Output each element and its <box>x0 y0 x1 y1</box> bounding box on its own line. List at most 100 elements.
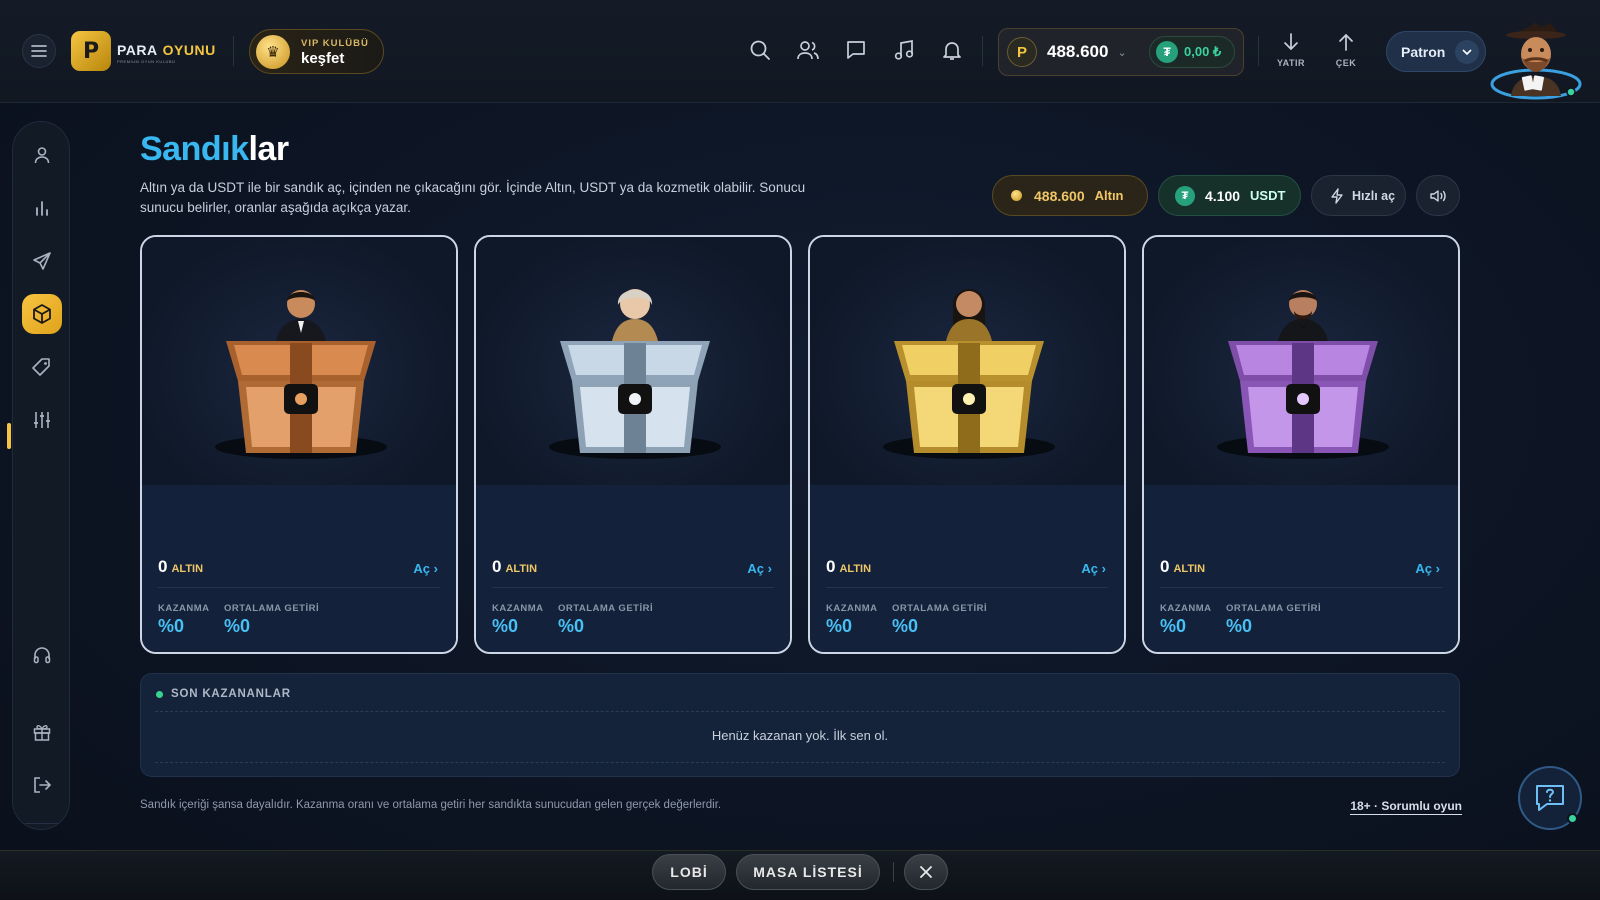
page-title: Sandıklar <box>140 130 289 168</box>
chest-price: 0 ALTIN <box>492 557 538 576</box>
brand-tagline: PREMIUM OYUN KULÜBÜ <box>117 59 176 64</box>
user-menu-button[interactable]: Patron <box>1386 31 1486 72</box>
responsible-gaming-link[interactable]: 18+ · Sorumlu oyun <box>1350 799 1462 815</box>
fast-open-button[interactable]: Hızlı aç <box>1311 175 1406 216</box>
gold-coin-icon <box>1011 190 1022 201</box>
divider <box>492 587 774 588</box>
menu-button[interactable] <box>22 34 56 68</box>
gold-balance: 488.600 <box>1047 42 1109 61</box>
friends-button[interactable] <box>795 37 821 63</box>
chest-card-silver[interactable]: 0 ALTIN Aç › KAZANMA ORTALAMA GETİRİ %0 %… <box>474 235 792 654</box>
open-chest-link[interactable]: Aç › <box>413 561 438 576</box>
open-chest-link[interactable]: Aç › <box>747 561 772 576</box>
sidebar-item-settings[interactable] <box>22 400 62 440</box>
open-chest-link[interactable]: Aç › <box>1415 561 1440 576</box>
avg-return-value: %0 <box>892 616 919 636</box>
headphones-icon <box>33 647 51 664</box>
purple-chest-image <box>1217 290 1389 459</box>
tether-icon: ₮ <box>1156 41 1178 63</box>
silver-chest-image <box>549 289 721 459</box>
chest-card-gold[interactable]: 0 ALTIN Aç › KAZANMA ORTALAMA GETİRİ %0 %… <box>808 235 1126 654</box>
sidebar-item-promotions[interactable] <box>22 347 62 387</box>
sidebar-item-stats[interactable] <box>22 188 62 228</box>
brand-logo[interactable]: P <box>71 31 111 71</box>
music-button[interactable] <box>891 37 917 63</box>
withdraw-button[interactable]: ÇEK <box>1323 32 1369 68</box>
divider <box>826 587 1108 588</box>
win-rate-value: %0 <box>158 616 185 636</box>
search-button[interactable] <box>747 37 773 63</box>
empty-state-text: Henüz kazanan yok. İlk sen ol. <box>711 728 889 743</box>
divider <box>155 711 1445 712</box>
sidebar-item-logout[interactable] <box>22 765 62 805</box>
avatar[interactable] <box>1489 12 1583 100</box>
table-list-button[interactable]: MASA LİSTESİ <box>736 854 880 890</box>
divider <box>1258 36 1259 66</box>
avg-return-label: ORTALAMA GETİRİ <box>1226 603 1322 614</box>
gold-pill-value: 488.600 <box>1034 187 1085 204</box>
vip-action: keşfet <box>301 50 345 67</box>
win-rate-value: %0 <box>1160 616 1187 636</box>
send-icon <box>33 252 51 270</box>
sidebar-item-profile[interactable] <box>22 135 62 175</box>
fast-open-label: Hızlı aç <box>1352 188 1396 203</box>
usdt-balance-pill: ₮ 4.100 USDT <box>1158 175 1301 216</box>
logout-icon <box>34 777 52 793</box>
close-dock-button[interactable] <box>904 854 948 890</box>
chat-icon <box>847 41 865 59</box>
usdt-pill-value: 4.100 <box>1205 187 1241 204</box>
win-rate-value: %0 <box>492 616 519 636</box>
avg-return-value: %0 <box>224 616 251 636</box>
avg-return-value: %0 <box>1226 616 1253 636</box>
win-rate-label: KAZANMA <box>1160 603 1212 614</box>
gift-icon <box>33 725 51 741</box>
usdt-pill-unit: USDT <box>1250 188 1286 203</box>
username: Patron <box>1401 43 1446 60</box>
chevron-down-icon[interactable]: ⌄ <box>1117 46 1126 59</box>
wallet-widget[interactable]: P 488.600 ⌄ ₮ 0,00 ₺ <box>998 28 1244 76</box>
recent-winners-panel: SON KAZANANLAR Henüz kazanan yok. İlk se… <box>140 673 1460 777</box>
sidebar-item-chests[interactable] <box>22 294 62 334</box>
notifications-button[interactable] <box>939 37 965 63</box>
music-icon <box>894 39 914 60</box>
chat-bubble-question-icon <box>1536 785 1564 811</box>
speaker-icon <box>1430 189 1446 202</box>
vip-label: VIP KULÜBÜ <box>301 38 369 49</box>
sidebar-divider <box>25 823 59 824</box>
recent-winners-heading: SON KAZANANLAR <box>171 688 291 700</box>
chevron-down-icon <box>1462 48 1472 55</box>
chest-card-purple[interactable]: 0 ALTIN Aç › KAZANMA ORTALAMA GETİRİ %0 %… <box>1142 235 1460 654</box>
win-rate-label: KAZANMA <box>158 603 210 614</box>
hamburger-icon <box>31 45 47 57</box>
deposit-button[interactable]: YATIR <box>1268 32 1314 68</box>
divider <box>155 762 1445 763</box>
lightning-icon <box>1331 187 1343 204</box>
lobby-button[interactable]: LOBİ <box>652 854 726 890</box>
crown-icon: ♛ <box>256 34 290 69</box>
box-icon <box>33 304 51 324</box>
sidebar <box>7 121 70 830</box>
vip-club-button[interactable]: ♛ VIP KULÜBÜ keşfet <box>249 29 384 74</box>
divider <box>233 36 234 66</box>
bronze-chest-image <box>215 290 387 459</box>
usdt-balance-chip[interactable]: ₮ 0,00 ₺ <box>1149 36 1235 68</box>
chest-price: 0 ALTIN <box>826 557 872 576</box>
open-chest-link[interactable]: Aç › <box>1081 561 1106 576</box>
top-bar: P PARA OYUNU PREMIUM OYUN KULÜBÜ ♛ VIP KU… <box>0 0 1600 103</box>
avg-return-label: ORTALAMA GETİRİ <box>224 603 320 614</box>
disclaimer-text: Sandık içeriği şansa dayalıdır. Kazanma … <box>140 799 722 811</box>
dock-divider <box>893 862 894 882</box>
withdraw-label: ÇEK <box>1335 58 1357 68</box>
sidebar-item-gifts[interactable] <box>22 712 62 752</box>
sidebar-item-support[interactable] <box>22 635 62 675</box>
win-rate-label: KAZANMA <box>826 603 878 614</box>
arrow-up-icon <box>1339 33 1353 51</box>
usdt-balance: 0,00 ₺ <box>1184 44 1222 59</box>
users-icon <box>797 41 819 60</box>
chat-button[interactable] <box>843 37 869 63</box>
chest-card-bronze[interactable]: 0 ALTIN Aç › KAZANMA ORTALAMA GETİRİ %0 %… <box>140 235 458 654</box>
sidebar-item-send[interactable] <box>22 241 62 281</box>
support-chat-button[interactable] <box>1518 766 1582 830</box>
gold-pill-unit: Altın <box>1094 188 1124 203</box>
sound-toggle-button[interactable] <box>1416 175 1460 216</box>
